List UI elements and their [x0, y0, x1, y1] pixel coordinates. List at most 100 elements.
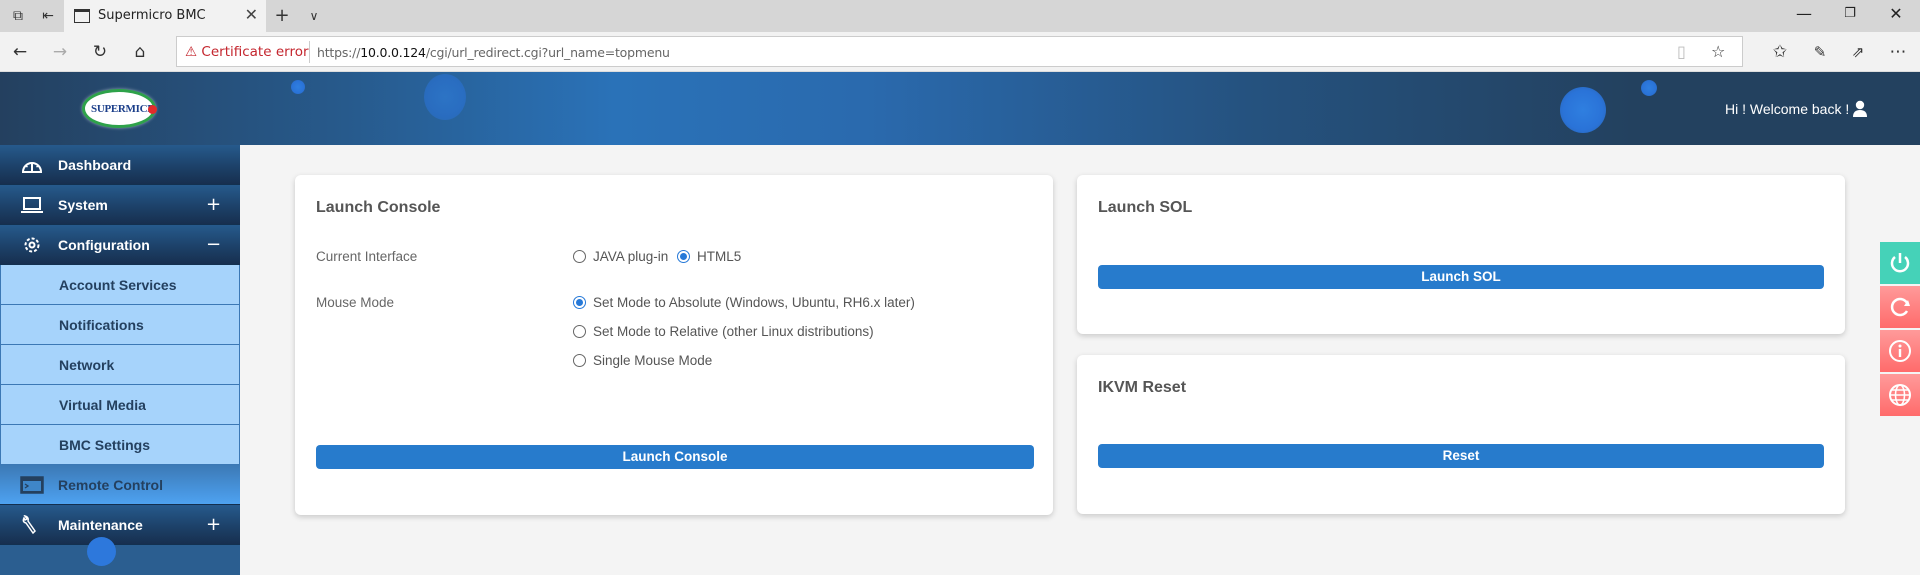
sidebar-item-configuration[interactable]: Configuration − [0, 225, 240, 265]
decor-bubble [1560, 87, 1606, 133]
address-bar[interactable]: ⚠ Certificate error https://10.0.0.124/c… [176, 36, 1743, 67]
decor-bubble [87, 537, 116, 566]
browser-nav-bar: ← → ↻ ⌂ ⚠ Certificate error https://10.0… [0, 32, 1920, 72]
refresh-icon [1890, 297, 1910, 317]
sidebar-item-dashboard[interactable]: Dashboard [0, 145, 240, 185]
forward-arrow-icon[interactable]: → [48, 40, 72, 64]
launch-sol-button[interactable]: Launch SOL [1098, 265, 1824, 289]
certificate-error[interactable]: ⚠ Certificate error [185, 44, 309, 60]
mouse-mode-label: Mouse Mode [316, 295, 395, 310]
radio-mouse-absolute-label[interactable]: Set Mode to Absolute (Windows, Ubuntu, R… [593, 295, 915, 310]
address-separator [309, 41, 310, 63]
sidebar-subitem-bmc-settings[interactable]: BMC Settings [0, 425, 240, 465]
radio-html5-label[interactable]: HTML5 [697, 249, 741, 264]
power-button[interactable] [1880, 242, 1920, 284]
sidebar-item-maintenance[interactable]: Maintenance + [0, 505, 240, 545]
card-title: Launch Console [316, 199, 441, 216]
new-tab-icon[interactable]: + [272, 6, 292, 26]
decor-bubble [1641, 80, 1657, 96]
logo-dot [148, 105, 157, 114]
home-icon[interactable]: ⌂ [128, 40, 152, 64]
share-icon[interactable]: ⇗ [1846, 40, 1870, 64]
terminal-icon [20, 476, 44, 494]
url-host: 10.0.0.124 [360, 45, 426, 60]
expand-icon[interactable]: + [206, 514, 221, 535]
chevron-down-icon[interactable]: ∨ [304, 6, 324, 26]
radio-java-plugin[interactable] [573, 250, 586, 263]
certificate-error-label: Certificate error [201, 44, 309, 60]
sidebar-item-remote-control[interactable]: Remote Control [0, 465, 240, 505]
radio-mouse-relative[interactable] [573, 325, 586, 338]
globe-icon [1889, 384, 1911, 406]
laptop-icon [21, 197, 43, 213]
radio-mouse-relative-label[interactable]: Set Mode to Relative (other Linux distri… [593, 324, 874, 339]
page-icon [74, 9, 90, 23]
sidebar-item-system[interactable]: System + [0, 185, 240, 225]
launch-sol-card: Launch SOL Launch SOL [1077, 175, 1845, 334]
sidebar-subitem-label: Account Services [59, 277, 177, 293]
favorites-list-icon[interactable]: ✩ [1768, 40, 1792, 64]
reset-button[interactable]: Reset [1098, 444, 1824, 468]
decor-bubble [424, 74, 466, 120]
radio-mouse-absolute[interactable] [573, 296, 586, 309]
sidebar-subitem-label: Virtual Media [59, 397, 146, 413]
dashboard-gauge-icon [21, 162, 43, 173]
sidebar-item-label: System [58, 197, 108, 213]
sidebar-subitem-label: Notifications [59, 317, 144, 333]
pen-icon[interactable]: ✎ [1808, 40, 1832, 64]
language-button[interactable] [1880, 374, 1920, 416]
launch-console-card: Launch Console Current Interface JAVA pl… [295, 175, 1053, 515]
decor-bubble [291, 80, 305, 94]
expand-icon[interactable]: + [206, 194, 221, 215]
app-header: SUPERMICR Hi ! Welcome back ! [0, 72, 1920, 145]
restore-icon[interactable]: ❐ [1830, 6, 1870, 21]
browser-tab-bar: ⧉ ⇤ Supermicro BMC ✕ + ∨ — ❐ ✕ [0, 0, 1920, 32]
wrench-icon [22, 515, 36, 535]
power-icon [1890, 253, 1910, 273]
sidebar-subitem-network[interactable]: Network [0, 345, 240, 385]
refresh-icon[interactable]: ↻ [88, 40, 112, 64]
sidebar-subitem-label: Network [59, 357, 115, 373]
browser-tab[interactable]: Supermicro BMC ✕ [64, 0, 266, 32]
back-arrow-icon[interactable]: ← [8, 40, 32, 64]
sidebar-subitem-label: BMC Settings [59, 437, 150, 453]
close-window-icon[interactable]: ✕ [1876, 4, 1916, 23]
collapse-icon[interactable]: − [206, 234, 221, 255]
welcome-message: Hi ! Welcome back ! [1725, 101, 1850, 117]
card-title: Launch SOL [1098, 199, 1193, 216]
refresh-button[interactable] [1880, 286, 1920, 328]
url-prefix: https:// [317, 45, 361, 60]
radio-single-mouse[interactable] [573, 354, 586, 367]
launch-console-button[interactable]: Launch Console [316, 445, 1034, 469]
set-aside-tabs-icon[interactable]: ⇤ [38, 6, 58, 26]
logo-text: SUPERMICR [91, 103, 155, 115]
sidebar: Dashboard System + Configuration − Accou… [0, 145, 240, 575]
sidebar-subitem-virtual-media[interactable]: Virtual Media [0, 385, 240, 425]
card-title: IKVM Reset [1098, 379, 1187, 396]
gear-icon [24, 237, 40, 253]
supermicro-logo: SUPERMICR [82, 89, 157, 128]
star-icon[interactable]: ☆ [1711, 42, 1725, 61]
ikvm-reset-card: IKVM Reset Reset [1077, 355, 1845, 514]
sidebar-item-label: Dashboard [58, 157, 132, 173]
more-icon[interactable]: ⋯ [1886, 40, 1910, 64]
tab-close-icon[interactable]: ✕ [245, 5, 258, 24]
radio-html5[interactable] [677, 250, 690, 263]
tab-title: Supermicro BMC [98, 8, 206, 23]
tab-list-icon[interactable]: ⧉ [8, 6, 28, 26]
url-path: /cgi/url_redirect.cgi?url_name=topmenu [425, 45, 670, 60]
radio-single-mouse-label[interactable]: Single Mouse Mode [593, 353, 712, 368]
info-icon [1889, 340, 1911, 362]
sidebar-item-label: Configuration [58, 237, 150, 253]
sidebar-subitem-account-services[interactable]: Account Services [0, 265, 240, 305]
current-interface-label: Current Interface [316, 249, 418, 264]
user-icon[interactable] [1853, 100, 1867, 117]
sidebar-item-label: Remote Control [58, 477, 163, 493]
sidebar-subitem-notifications[interactable]: Notifications [0, 305, 240, 345]
minimize-icon[interactable]: — [1784, 4, 1824, 23]
info-button[interactable] [1880, 330, 1920, 372]
sidebar-item-label: Maintenance [58, 517, 143, 533]
radio-java-plugin-label[interactable]: JAVA plug-in [593, 249, 668, 264]
reading-view-icon[interactable]: ▯ [1677, 42, 1686, 61]
url-text[interactable]: https://10.0.0.124/cgi/url_redirect.cgi?… [317, 45, 670, 60]
